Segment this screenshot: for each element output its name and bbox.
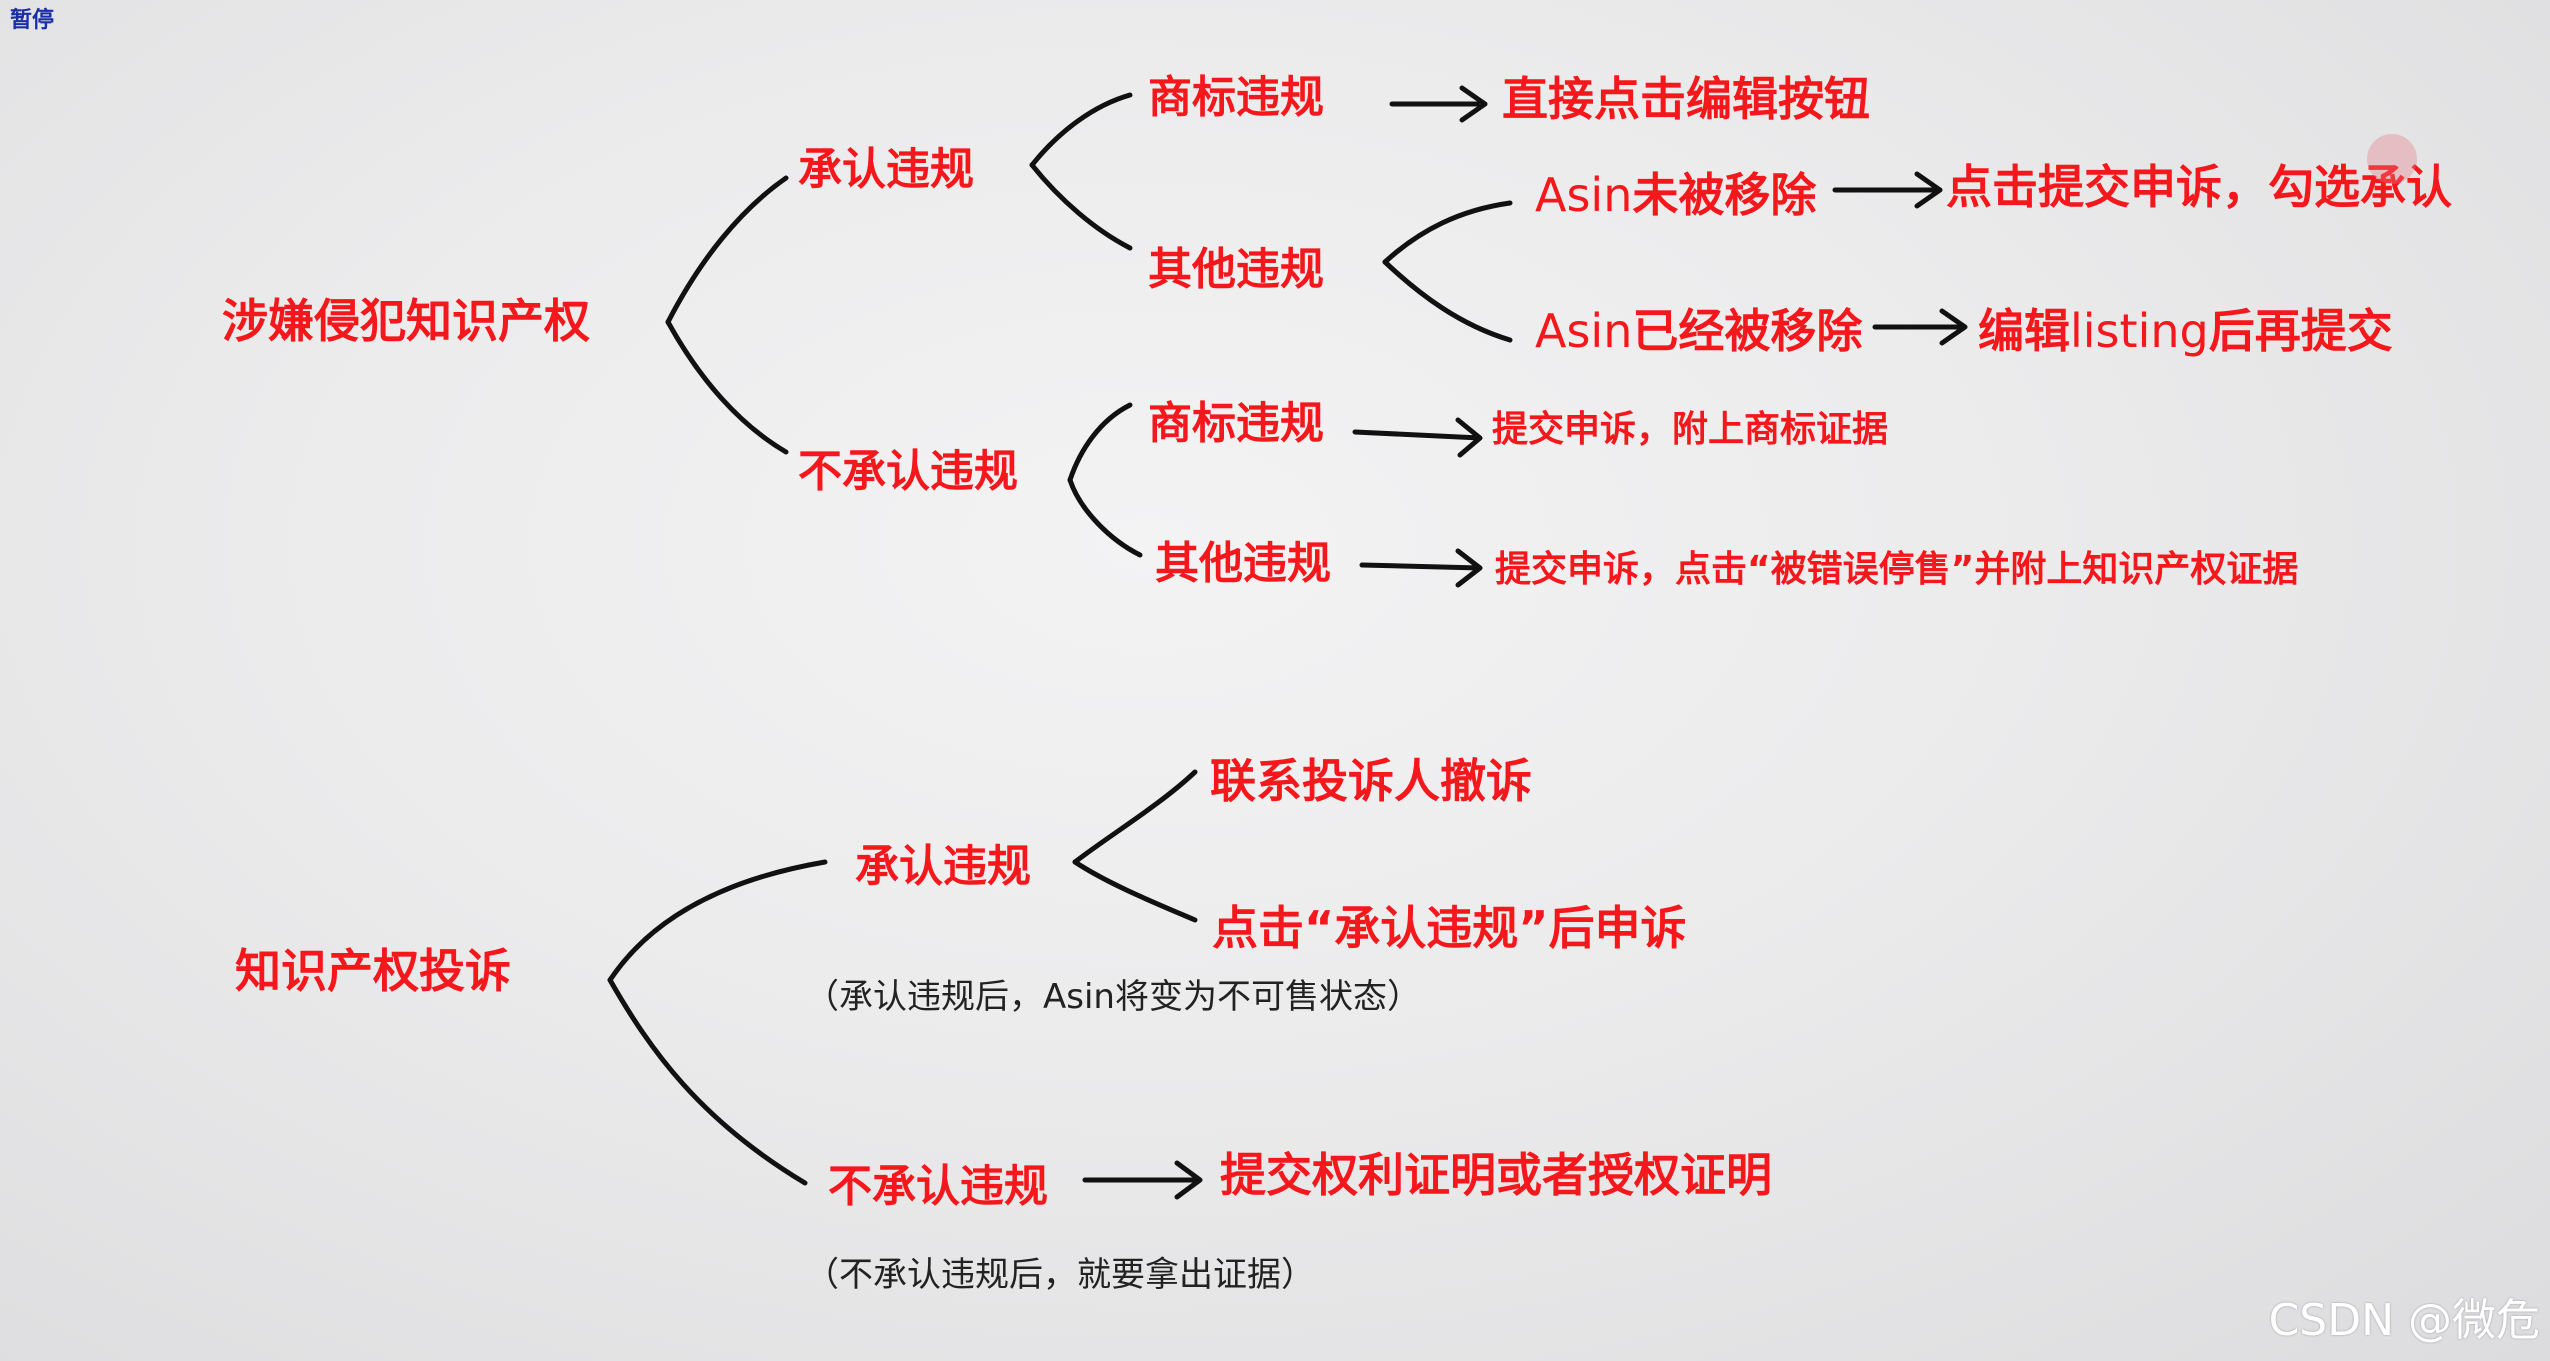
complaint-deny-label: 不承认违规 xyxy=(828,1161,1048,1212)
arrow-notremoved-action xyxy=(1832,171,1943,209)
brace-root-to-admit xyxy=(665,175,789,325)
brace-other-to-notremoved xyxy=(1382,200,1513,265)
arrow-deny-other-action xyxy=(1359,548,1483,588)
admit-trademark-action: 直接点击编辑按钮 xyxy=(1502,72,1870,126)
asin-not-removed-latin: Asin xyxy=(1535,168,1633,222)
deny-other-label: 其他违规 xyxy=(1155,538,1331,589)
arrow-trademark-action xyxy=(1389,85,1488,123)
brace-deny-to-trademark xyxy=(1067,402,1133,483)
brace-admit-to-other xyxy=(1029,162,1133,251)
complaint-admit-note-pre: （承认违规后， xyxy=(805,977,1043,1017)
admit-other-label: 其他违规 xyxy=(1148,244,1324,295)
asin-not-removed-label: Asin未被移除 xyxy=(1535,172,1816,218)
asin-removed-action: 编辑listing后再提交 xyxy=(1978,308,2393,354)
complaint-admit-note-post: 将变为不可售状态） xyxy=(1114,977,1421,1017)
complaint-deny-action: 提交权利证明或者授权证明 xyxy=(1220,1148,1772,1202)
complaint-admit-label: 承认违规 xyxy=(855,841,1031,892)
complaint-admit-option2: 点击“承认违规”后申诉 xyxy=(1212,901,1687,955)
brace-admit2-to-option2 xyxy=(1072,859,1198,923)
complaint-deny-note: （不承认违规后，就要拿出证据） xyxy=(805,1255,1315,1295)
asin-removed-cjk: 已经被移除 xyxy=(1632,304,1863,358)
brace-root2-to-deny xyxy=(607,977,808,1186)
asin-removed-action-pre: 编辑 xyxy=(1978,304,2070,358)
cursor-highlight xyxy=(2367,134,2417,184)
asin-removed-action-latin: listing xyxy=(2070,304,2209,358)
asin-removed-action-post: 后再提交 xyxy=(2208,304,2393,358)
root-ip-infringement: 涉嫌侵犯知识产权 xyxy=(222,294,590,348)
brace-admit2-to-option1 xyxy=(1072,769,1198,865)
deny-trademark-label: 商标违规 xyxy=(1148,398,1324,449)
deny-other-action: 提交申诉，点击“被错误停售”并附上知识产权证据 xyxy=(1495,549,2299,590)
asin-removed-label: Asin已经被移除 xyxy=(1535,308,1862,354)
complaint-admit-note: （承认违规后，Asin将变为不可售状态） xyxy=(805,980,1421,1014)
asin-removed-latin: Asin xyxy=(1535,304,1633,358)
arrow-deny-trademark-action xyxy=(1352,417,1483,458)
deny-violation-label: 不承认违规 xyxy=(798,446,1018,497)
brace-deny-to-other xyxy=(1067,477,1143,558)
arrow-removed-action xyxy=(1872,308,1968,346)
root-ip-complaint: 知识产权投诉 xyxy=(235,944,511,998)
watermark: CSDN @微危 xyxy=(2268,1295,2540,1346)
brace-admit-to-trademark xyxy=(1029,92,1133,168)
complaint-admit-note-latin: Asin xyxy=(1043,977,1115,1017)
arrow-deny2-action xyxy=(1082,1160,1203,1200)
brace-root2-to-admit xyxy=(607,859,828,983)
complaint-admit-option1: 联系投诉人撤诉 xyxy=(1210,754,1532,808)
admit-trademark-label: 商标违规 xyxy=(1148,72,1324,123)
admit-violation-label: 承认违规 xyxy=(798,144,974,195)
brace-root-to-deny xyxy=(665,319,789,455)
diagram-canvas: 暂停 涉嫌侵犯知识产权 承认违规 商标违规 直接点击编辑按钮 其他违规 Asin… xyxy=(0,0,2550,1361)
asin-not-removed-cjk: 未被移除 xyxy=(1632,168,1817,222)
brace-other-to-removed xyxy=(1382,259,1513,343)
deny-trademark-action: 提交申诉，附上商标证据 xyxy=(1492,409,1889,450)
